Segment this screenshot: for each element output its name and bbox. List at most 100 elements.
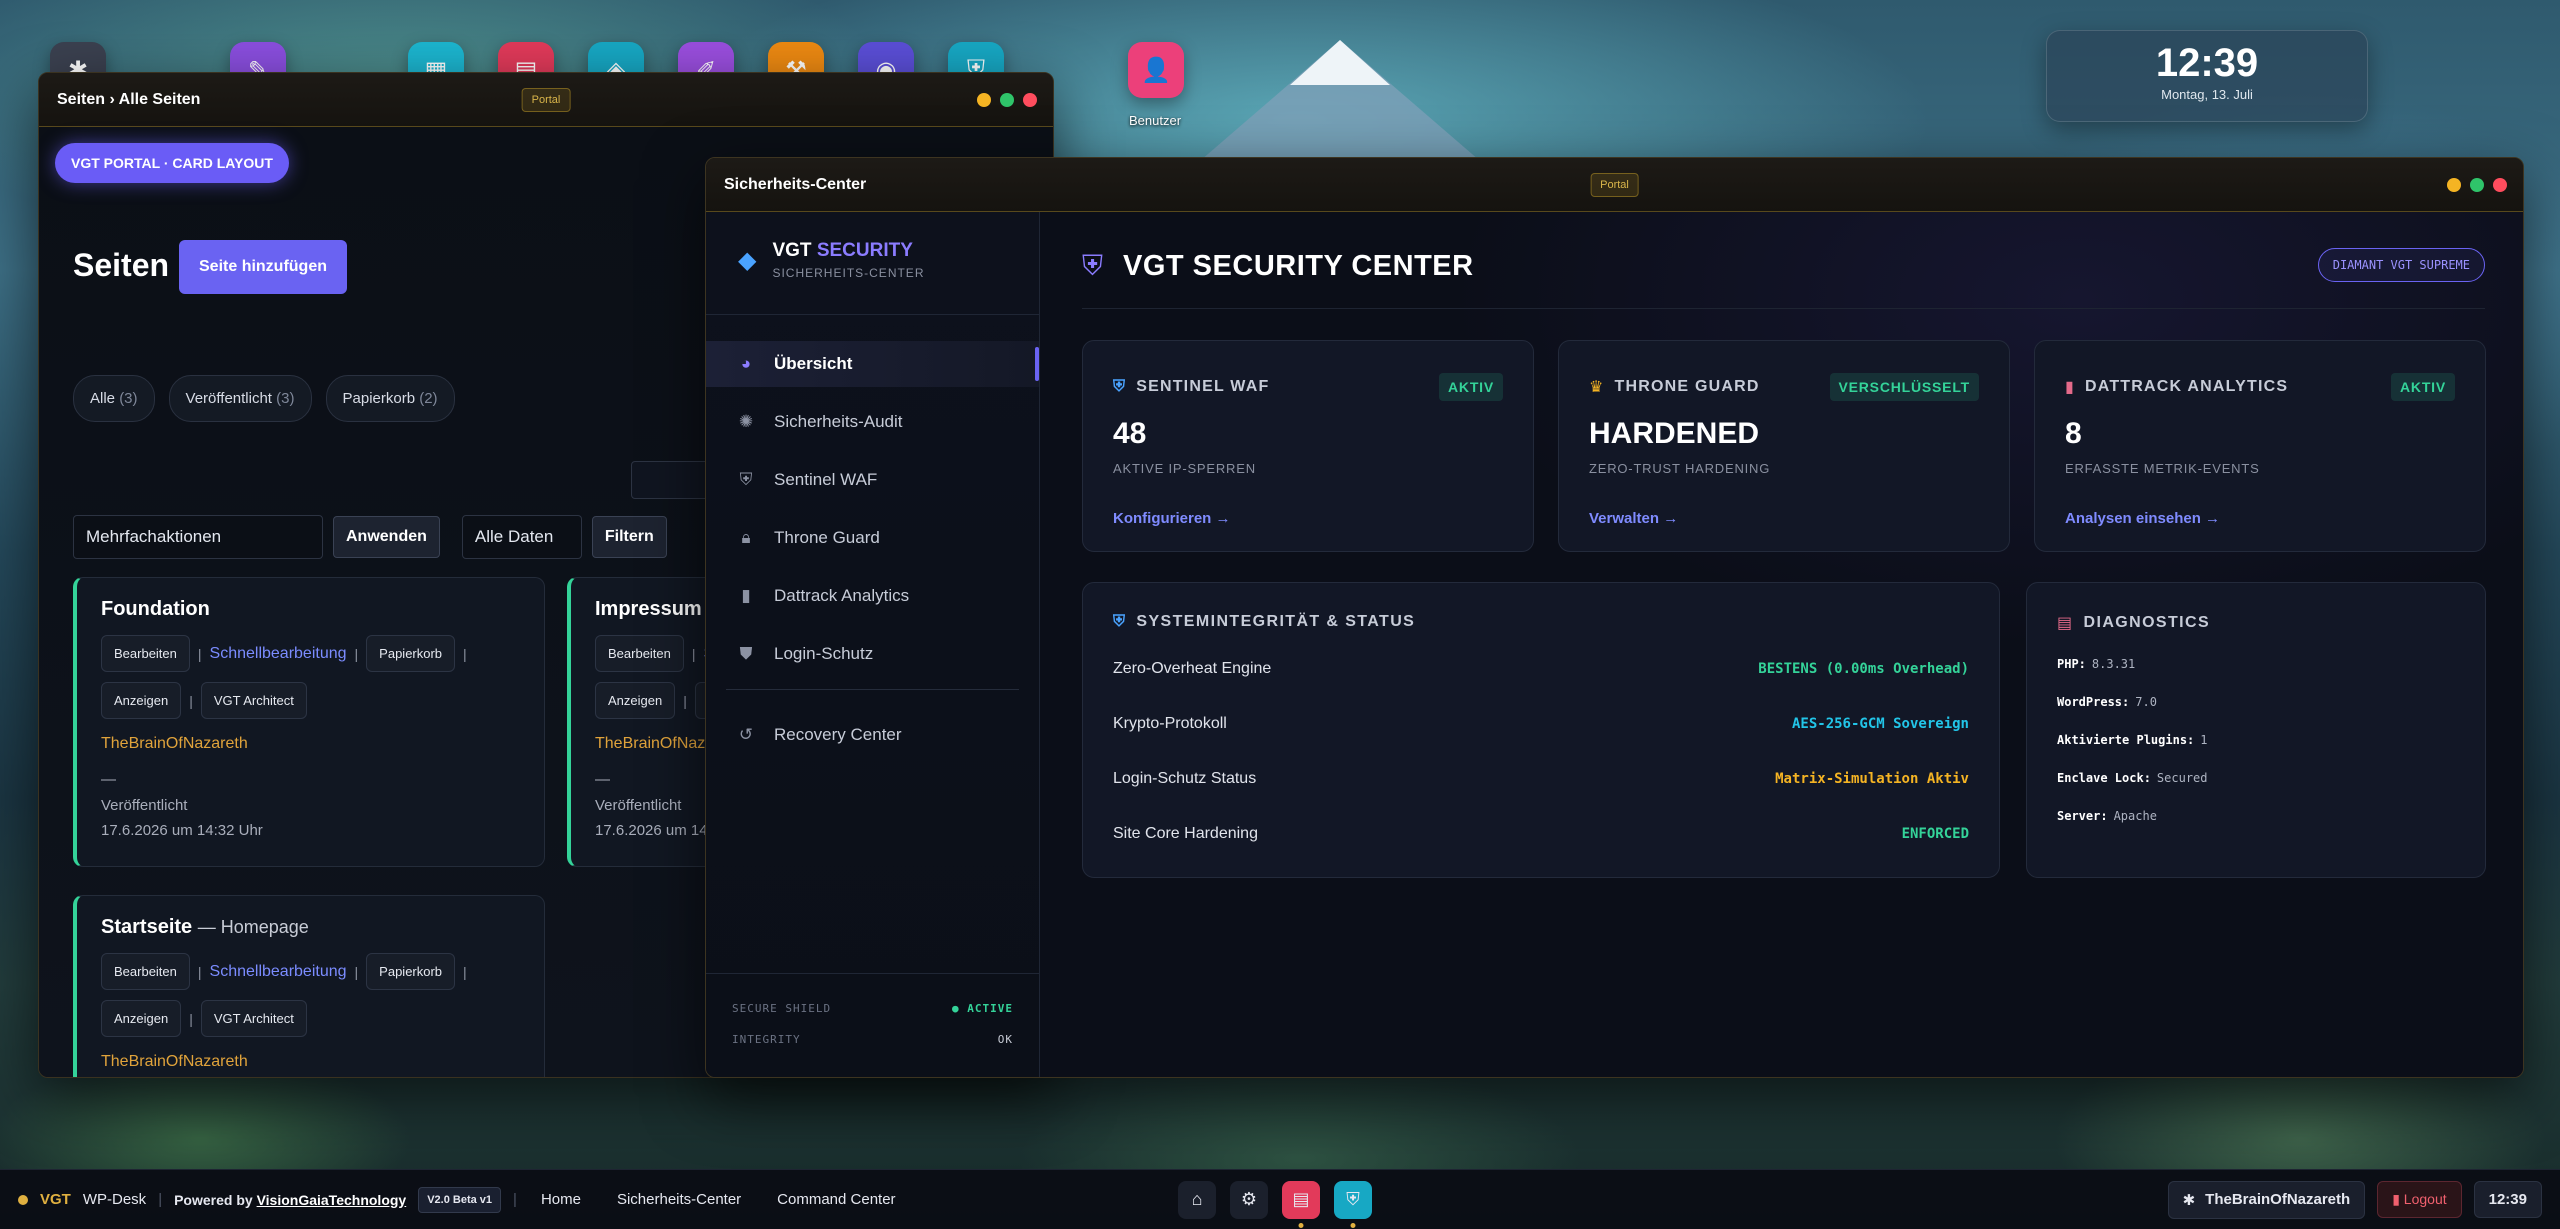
- shield-icon: ⛨: [739, 470, 753, 489]
- filter-button[interactable]: Filtern: [591, 516, 667, 558]
- card-author[interactable]: TheBrainOfNazareth: [101, 735, 520, 753]
- filter-published[interactable]: Veröffentlicht (3): [168, 375, 312, 422]
- view-button[interactable]: Anzeigen: [101, 1000, 182, 1037]
- pages-app-icon[interactable]: ▤: [1282, 1180, 1320, 1228]
- status-label: Zero-Overheat Engine: [1113, 659, 1272, 677]
- portal-badge[interactable]: Portal: [1590, 172, 1639, 197]
- diag-row: WordPress: 7.0: [2057, 683, 2455, 721]
- nav-item-dattrack-analytics[interactable]: ▮ Dattrack Analytics: [706, 573, 1039, 619]
- taskbar-left: VGT WP-Desk | Powered by VisionGaiaTechn…: [18, 1186, 908, 1213]
- security-body: ◆ VGT SECURITY SICHERHEITS-CENTER ◕ Über…: [706, 212, 2523, 1077]
- trash-button[interactable]: Papierkorb: [366, 953, 456, 990]
- minimize-button[interactable]: [2447, 177, 2461, 192]
- clock-time: 12:39: [2155, 41, 2259, 85]
- settings-app-icon[interactable]: ⚙: [1230, 1180, 1268, 1219]
- status-value: AES-256-GCM Sovereign: [1791, 715, 1969, 732]
- configure-link[interactable]: Konfigurieren →: [1113, 510, 1503, 527]
- taskbar-vgt[interactable]: VGT: [40, 1191, 71, 1208]
- bulk-actions-select[interactable]: Mehrfachaktionen: [73, 515, 323, 559]
- nav-item-security-audit[interactable]: ✺ Sicherheits-Audit: [706, 399, 1039, 445]
- status-badge: AKTIV: [2391, 373, 2455, 401]
- pages-window-titlebar[interactable]: Seiten › Alle Seiten Portal: [39, 73, 1053, 127]
- stat-head: ♛ THRONE GUARD VERSCHLÜSSELT: [1589, 373, 1979, 401]
- card-author[interactable]: TheBrainOfNazareth: [101, 1053, 520, 1071]
- quick-edit-link[interactable]: Schnellbearbeitung: [210, 645, 347, 663]
- integrity-label: INTEGRITY: [732, 1033, 801, 1046]
- card-title-text: Foundation: [101, 598, 210, 620]
- card-actions: Bearbeiten | Schnellbearbeitung | Papier…: [101, 635, 520, 719]
- nav-item-label: Login-Schutz: [774, 644, 874, 663]
- card-title[interactable]: Startseite — Homepage: [101, 916, 520, 939]
- edit-button[interactable]: Bearbeiten: [595, 635, 684, 672]
- portal-badge[interactable]: Portal: [521, 87, 571, 112]
- maximize-button[interactable]: [2470, 177, 2484, 192]
- diag-key: PHP:: [2057, 657, 2086, 671]
- bulk-actions-value: Mehrfachaktionen: [86, 527, 222, 546]
- brand-security: SECURITY: [816, 240, 913, 261]
- nav-item-recovery-center[interactable]: ↺ Recovery Center: [706, 712, 1039, 758]
- view-button[interactable]: Anzeigen: [595, 682, 676, 719]
- diag-value: 1: [2200, 733, 2208, 747]
- status-value: ENFORCED: [1901, 825, 1969, 842]
- vgt-architect-button[interactable]: VGT Architect: [200, 682, 307, 719]
- taskbar-link-command-center[interactable]: Command Center: [777, 1191, 895, 1208]
- history-icon: ↺: [738, 725, 754, 744]
- view-analytics-link[interactable]: Analysen einsehen →: [2065, 510, 2455, 527]
- status-label: Krypto-Protokoll: [1113, 714, 1227, 732]
- status-filters: Alle (3) Veröffentlicht (3) Papierkorb (…: [73, 375, 455, 422]
- taskbar-link-home[interactable]: Home: [541, 1191, 581, 1208]
- logout-icon: ▮: [2392, 1191, 2400, 1207]
- stat-card-throne-guard: ♛ THRONE GUARD VERSCHLÜSSELT HARDENED ZE…: [1558, 340, 2010, 552]
- card-title[interactable]: Foundation: [101, 598, 520, 621]
- nav-item-throne-guard[interactable]: 🔒︎ Throne Guard: [706, 515, 1039, 561]
- separator: |: [463, 963, 467, 980]
- security-nav: ◕ Übersicht ✺ Sicherheits-Audit ⛨ Sentin…: [706, 315, 1039, 758]
- logout-label: Logout: [2403, 1191, 2447, 1207]
- separator: |: [158, 1191, 163, 1208]
- quick-edit-link[interactable]: Schnellbearbeitung: [210, 963, 347, 981]
- powered-prefix: Powered by: [174, 1191, 253, 1208]
- logout-button[interactable]: ▮ Logout: [2377, 1181, 2462, 1218]
- desktop-user-icon[interactable]: 👤: [1128, 42, 1184, 98]
- security-main: ⛨ VGT SECURITY CENTER DIAMANT VGT SUPREM…: [1040, 212, 2523, 1077]
- diamant-badge: DIAMANT VGT SUPREME: [2317, 248, 2485, 282]
- clock-widget: 12:39 Montag, 13. Juli: [2046, 30, 2368, 122]
- manage-link[interactable]: Verwalten →: [1589, 510, 1979, 527]
- security-header: ⛨ VGT SECURITY CENTER: [1082, 250, 1474, 283]
- taskbar-wpdesk[interactable]: WP-Desk: [83, 1191, 146, 1208]
- integrity-row: INTEGRITY OK: [732, 1033, 1013, 1046]
- security-window-title: Sicherheits-Center: [724, 175, 867, 193]
- home-app-icon[interactable]: ⌂: [1178, 1180, 1216, 1219]
- minimize-button[interactable]: [977, 92, 991, 107]
- security-window-titlebar[interactable]: Sicherheits-Center Portal: [706, 158, 2523, 212]
- add-page-button[interactable]: Seite hinzufügen: [179, 240, 347, 294]
- close-button[interactable]: [1023, 92, 1037, 107]
- stat-card-dattrack-analytics: ▮ DATTRACK ANALYTICS AKTIV 8 ERFASSTE ME…: [2034, 340, 2486, 552]
- edit-button[interactable]: Bearbeiten: [101, 953, 190, 990]
- portal-layout-pill[interactable]: VGT PORTAL · CARD LAYOUT: [55, 143, 289, 183]
- panel-title: ⛨ SYSTEMINTEGRITÄT & STATUS: [1113, 613, 1969, 631]
- diag-row: Enclave Lock: Secured: [2057, 759, 2455, 797]
- diag-value: Apache: [2113, 809, 2157, 823]
- status-row: Login-Schutz Status Matrix-Simulation Ak…: [1113, 751, 1969, 806]
- trash-button[interactable]: Papierkorb: [366, 635, 456, 672]
- nav-item-login-protection[interactable]: ⛊ Login-Schutz: [706, 631, 1039, 677]
- maximize-button[interactable]: [1000, 92, 1014, 107]
- filter-count: (3): [119, 390, 138, 407]
- nav-item-overview[interactable]: ◕ Übersicht: [706, 341, 1039, 387]
- user-button[interactable]: ✱ TheBrainOfNazareth: [2167, 1180, 2366, 1219]
- filter-all[interactable]: Alle (3): [73, 375, 155, 422]
- close-button[interactable]: [2493, 177, 2507, 192]
- nav-item-sentinel-waf[interactable]: ⛨ Sentinel WAF: [706, 457, 1039, 503]
- date-filter-select[interactable]: Alle Daten: [461, 515, 582, 559]
- filter-trash[interactable]: Papierkorb (2): [325, 375, 455, 422]
- apply-button[interactable]: Anwenden: [333, 516, 440, 558]
- taskbar-link-security-center[interactable]: Sicherheits-Center: [617, 1191, 741, 1208]
- view-button[interactable]: Anzeigen: [101, 682, 182, 719]
- vgt-architect-button[interactable]: VGT Architect: [200, 1000, 307, 1037]
- edit-button[interactable]: Bearbeiten: [101, 635, 190, 672]
- running-indicator: [1350, 1222, 1356, 1228]
- date-filter-value: Alle Daten: [474, 527, 554, 546]
- security-app-icon[interactable]: ⛨: [1334, 1180, 1372, 1228]
- powered-link[interactable]: VisionGaiaTechnology: [257, 1192, 407, 1208]
